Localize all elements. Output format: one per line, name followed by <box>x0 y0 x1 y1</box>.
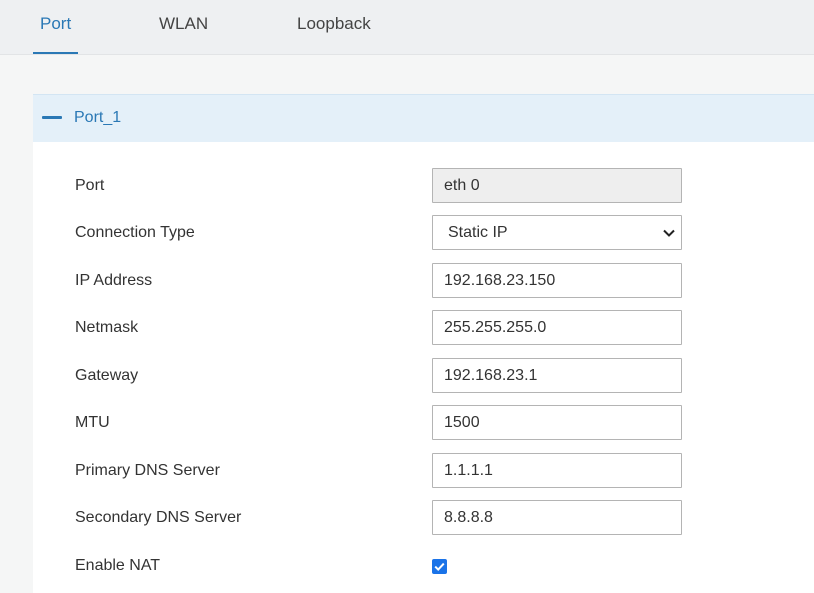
netmask-label: Netmask <box>75 319 139 336</box>
chevron-down-icon <box>663 229 675 237</box>
mtu-label: MTU <box>75 414 110 431</box>
row-port: Port eth 0 <box>33 168 814 204</box>
content-area: Port_1 Port eth 0 Connection Type Static… <box>0 55 814 593</box>
tab-loopback[interactable]: Loopback <box>297 0 371 54</box>
port-value: eth 0 <box>444 177 480 194</box>
secondary-dns-label: Secondary DNS Server <box>75 509 242 526</box>
row-connection-type: Connection Type Static IP <box>33 215 814 251</box>
mtu-value: 1500 <box>444 414 480 431</box>
enable-nat-label: Enable NAT <box>75 557 161 574</box>
gateway-input[interactable]: 192.168.23.1 <box>432 358 682 393</box>
row-netmask: Netmask 255.255.255.0 <box>33 310 814 346</box>
netmask-input[interactable]: 255.255.255.0 <box>432 310 682 345</box>
primary-dns-value: 1.1.1.1 <box>444 462 493 479</box>
row-secondary-dns: Secondary DNS Server 8.8.8.8 <box>33 500 814 536</box>
primary-dns-input[interactable]: 1.1.1.1 <box>432 453 682 488</box>
secondary-dns-value: 8.8.8.8 <box>444 509 493 526</box>
connection-type-value: Static IP <box>448 224 508 241</box>
row-gateway: Gateway 192.168.23.1 <box>33 358 814 394</box>
mtu-input[interactable]: 1500 <box>432 405 682 440</box>
gateway-label: Gateway <box>75 367 139 384</box>
section-header-port-1[interactable]: Port_1 <box>33 94 814 142</box>
section-title: Port_1 <box>74 109 122 126</box>
port-label: Port <box>75 177 105 194</box>
active-tab-indicator <box>33 52 78 54</box>
ip-address-label: IP Address <box>75 272 153 289</box>
port-field: eth 0 <box>432 168 682 203</box>
secondary-dns-input[interactable]: 8.8.8.8 <box>432 500 682 535</box>
tab-wlan[interactable]: WLAN <box>159 0 208 54</box>
collapse-minus-icon[interactable] <box>42 116 62 119</box>
enable-nat-checkbox[interactable] <box>432 559 447 574</box>
row-ip-address: IP Address 192.168.23.150 <box>33 263 814 299</box>
row-enable-nat: Enable NAT <box>33 548 814 584</box>
connection-type-select[interactable]: Static IP <box>432 215 682 250</box>
tab-port[interactable]: Port <box>40 0 71 54</box>
primary-dns-label: Primary DNS Server <box>75 462 220 479</box>
ip-address-value: 192.168.23.150 <box>444 272 556 289</box>
gateway-value: 192.168.23.1 <box>444 367 538 384</box>
row-primary-dns: Primary DNS Server 1.1.1.1 <box>33 453 814 489</box>
ip-address-input[interactable]: 192.168.23.150 <box>432 263 682 298</box>
tab-bar: Port WLAN Loopback <box>0 0 814 55</box>
connection-type-label: Connection Type <box>75 224 195 241</box>
row-mtu: MTU 1500 <box>33 405 814 441</box>
checkmark-icon <box>434 562 445 572</box>
netmask-value: 255.255.255.0 <box>444 319 547 336</box>
port-panel: Port_1 Port eth 0 Connection Type Static… <box>33 94 814 593</box>
